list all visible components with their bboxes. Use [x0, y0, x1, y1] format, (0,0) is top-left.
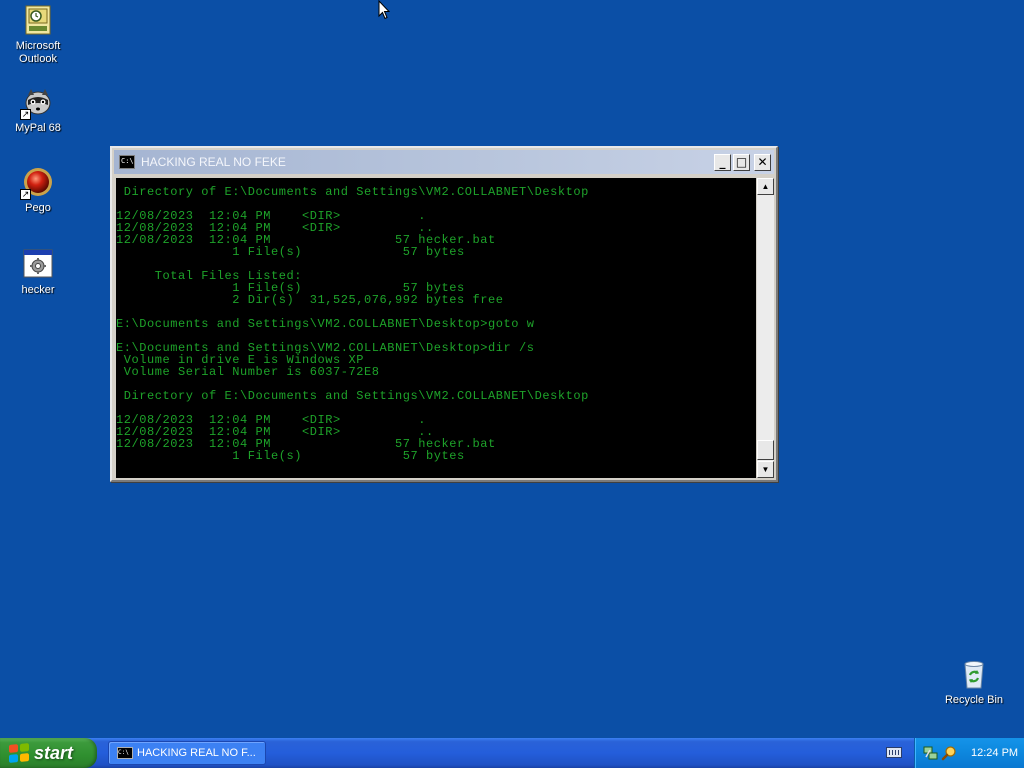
keyboard-language-icon[interactable] — [886, 747, 902, 758]
console-line: 1 File(s) 57 bytes — [116, 449, 465, 463]
system-tray: 12:24 PM — [914, 738, 1024, 768]
shortcut-arrow-icon: ↗ — [20, 189, 31, 200]
windows-logo-icon — [9, 743, 29, 763]
recycle-bin-icon — [958, 658, 990, 690]
desktop-icon-label: Microsoft Outlook — [15, 40, 61, 65]
vertical-scrollbar[interactable]: ▲ ▼ — [757, 178, 774, 478]
command-prompt-icon: C:\ — [117, 747, 133, 759]
console-output[interactable]: Directory of E:\Documents and Settings\V… — [116, 178, 756, 478]
desktop-icon-label: Recycle Bin — [944, 694, 1004, 706]
start-button[interactable]: start — [0, 738, 97, 768]
scrollbar-thumb[interactable] — [757, 440, 774, 460]
taskbar-item-label: HACKING REAL NO F... — [137, 747, 256, 759]
console-window[interactable]: C:\ HACKING REAL NO FEKE _ □ ✕ Directory… — [110, 146, 778, 482]
desktop-icon-hecker[interactable]: hecker — [0, 248, 76, 297]
shortcut-arrow-icon: ↗ — [20, 109, 31, 120]
desktop-icon-label: Pego — [25, 202, 51, 214]
taskbar: start C:\ HACKING REAL NO F... 12:24 PM — [0, 738, 1024, 768]
console-line: Directory of E:\Documents and Settings\V… — [116, 185, 589, 199]
desktop-icon-pego[interactable]: ↗ Pego — [0, 166, 76, 215]
scroll-down-button[interactable]: ▼ — [757, 461, 774, 478]
maximize-button[interactable]: □ — [733, 153, 750, 171]
scroll-up-button[interactable]: ▲ — [757, 178, 774, 195]
console-line: 1 File(s) 57 bytes — [116, 245, 465, 259]
desktop-icon-mypal[interactable]: ↗ MyPal 68 — [0, 86, 76, 135]
batch-file-icon — [22, 248, 54, 280]
taskbar-item-console[interactable]: C:\ HACKING REAL NO F... — [108, 741, 266, 765]
console-line: 2 Dir(s) 31,525,076,992 bytes free — [116, 293, 504, 307]
desktop-icon-recycle-bin[interactable]: Recycle Bin — [936, 658, 1012, 707]
pego-red-orb-icon: ↗ — [20, 166, 54, 200]
desktop-icon-outlook[interactable]: Microsoft Outlook — [0, 4, 76, 66]
console-line: Volume Serial Number is 6037-72E8 — [116, 365, 380, 379]
mypal-raccoon-icon: ↗ — [20, 86, 54, 120]
command-prompt-icon[interactable]: C:\ — [119, 155, 135, 169]
desktop-icon-label: hecker — [21, 284, 55, 296]
console-line: Directory of E:\Documents and Settings\V… — [116, 389, 589, 403]
close-button[interactable]: ✕ — [754, 153, 771, 171]
window-titlebar[interactable]: C:\ HACKING REAL NO FEKE _ □ ✕ — [114, 150, 774, 174]
outlook-icon — [22, 4, 54, 36]
window-title: HACKING REAL NO FEKE — [141, 155, 286, 169]
desktop-icon-label: MyPal 68 — [15, 122, 61, 134]
start-label: start — [34, 742, 74, 763]
mouse-cursor-icon — [378, 0, 390, 20]
console-line: E:\Documents and Settings\VM2.COLLABNET\… — [116, 317, 535, 331]
search-icon[interactable] — [941, 745, 957, 761]
clock[interactable]: 12:24 PM — [971, 747, 1018, 759]
network-icon[interactable] — [923, 745, 939, 761]
minimize-button[interactable]: _ — [714, 153, 731, 171]
